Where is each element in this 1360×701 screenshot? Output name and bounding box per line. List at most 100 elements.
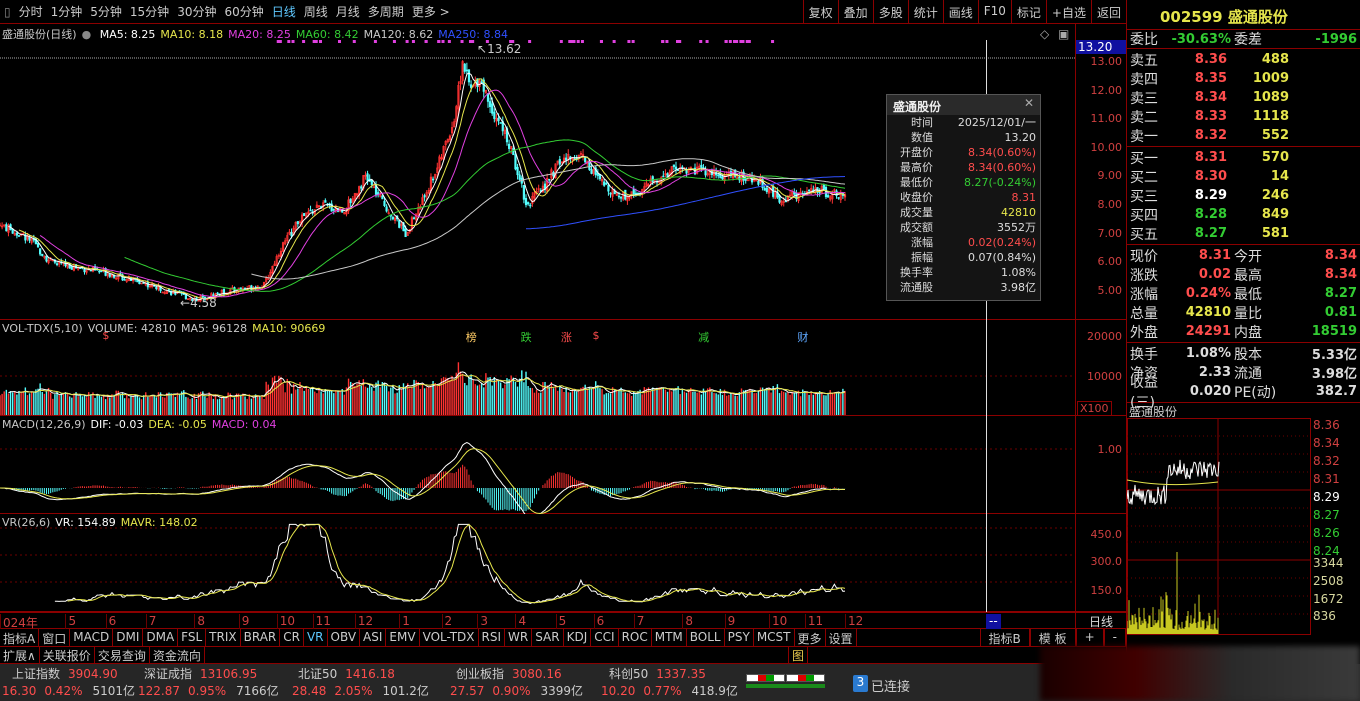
period-tab-8[interactable]: 月线 [332,3,364,20]
indicator-tab-1[interactable]: 窗口 [39,629,71,646]
index-quote[interactable]: 创业板指 3080.16 27.57 0.90% 3399亿 [450,666,583,700]
index-row: 深证成指 13106.95 [142,666,279,683]
toolbar-button-1[interactable]: 叠加 [837,0,873,24]
period-tab-2[interactable]: 5分钟 [86,3,126,20]
template-tab-1[interactable]: 模 板 [1029,629,1076,646]
diamond-icon[interactable]: ◇ [1040,27,1049,41]
period-tab-9[interactable]: 多周期 [364,3,408,20]
indicator-tab-25[interactable]: 设置 [826,629,857,646]
panel-toggle-icon[interactable]: ▣ [1058,27,1069,41]
candle [461,60,464,85]
toolbar-button-4[interactable]: 画线 [942,0,978,24]
indicator-tab-12[interactable]: EMV [386,629,420,646]
indicator-tab-3[interactable]: DMI [113,629,144,646]
indicator-tab-4[interactable]: DMA [143,629,179,646]
indicator-tab-15[interactable]: WR [505,629,533,646]
template-tab-2[interactable]: + [1075,629,1104,646]
volume-bar [662,387,665,415]
extension-tab-0[interactable]: 扩展∧ [0,647,40,663]
indicator-tab-23[interactable]: MCST [754,629,795,646]
indicator-tab-20[interactable]: MTM [652,629,687,646]
bid-price[interactable]: 8.27 [1167,226,1227,241]
indicator-tab-22[interactable]: PSY [725,629,754,646]
indicator-tab-21[interactable]: BOLL [687,629,725,646]
extension-tab-1[interactable]: 关联报价 [40,647,95,663]
period-tab-7[interactable]: 周线 [300,3,332,20]
index-quote[interactable]: 北证50 1416.18 28.48 2.05% 101.2亿 [292,666,429,700]
index-quote[interactable]: 上证指数 3904.90 16.30 0.42% 5101亿 [2,666,135,700]
bid-price[interactable]: 8.31 [1167,150,1227,165]
period-tab-1[interactable]: 1分钟 [47,3,87,20]
volume-bar [618,389,620,415]
toolbar-button-6[interactable]: 标记 [1010,0,1046,24]
ask-volume: 488 [1261,52,1289,67]
ask-price[interactable]: 8.36 [1167,52,1227,67]
toolbar-button-3[interactable]: 统计 [907,0,943,24]
axis-label: 300.0 [1090,555,1123,568]
bid-price[interactable]: 8.29 [1167,188,1227,203]
candle [499,122,502,124]
ask-price[interactable]: 8.33 [1167,109,1227,124]
volume-bar [497,380,500,415]
vr-panel[interactable]: VR(26,6) VR: 154.89 MAVR: 148.02 [0,514,1075,612]
macd-panel[interactable]: MACD(12,26,9) DIF: -0.03 DEA: -0.05 MACD: 0… [0,416,1075,514]
candle [387,208,390,215]
period-tab-3[interactable]: 15分钟 [126,3,173,20]
extension-tab-3[interactable]: 资金流向 [150,647,205,663]
toolbar-button-8[interactable]: 返回 [1090,0,1126,24]
period-tab-0[interactable]: 分时 [15,3,47,20]
close-icon[interactable]: ✕ [1024,96,1034,110]
signal-dot [612,40,616,43]
indicator-tab-8[interactable]: CR [280,629,304,646]
candle-body [383,200,386,206]
indicator-tab-19[interactable]: ROC [619,629,652,646]
indicator-tab-0[interactable]: 指标A [0,629,40,646]
indicator-tab-7[interactable]: BRAR [241,629,281,646]
ask-price[interactable]: 8.35 [1167,71,1227,86]
ask-price[interactable]: 8.34 [1167,90,1227,105]
indicator-tab-16[interactable]: SAR [532,629,564,646]
template-tab-3[interactable]: - [1103,629,1126,646]
indicator-tab-17[interactable]: KDJ [564,629,592,646]
indicator-tab-24[interactable]: 更多 [795,629,826,646]
bid-price[interactable]: 8.28 [1167,207,1227,222]
toolbar-button-2[interactable]: 多股 [872,0,908,24]
indicator-tab-9[interactable]: VR [304,629,328,646]
sidebar-toggle-icon[interactable]: ▯ [0,5,15,19]
volume-bar [77,396,79,415]
price-axis: 13.20 13.00 12.00 11.00 10.00 9.00 8.00 7.00 6.… [1075,24,1126,320]
extension-tab-2[interactable]: 交易查询 [95,647,150,663]
template-tab-0[interactable]: 指标B [979,629,1030,646]
indicator-tab-10[interactable]: OBV [328,629,361,646]
period-tab-5[interactable]: 60分钟 [220,3,267,20]
period-tab-10[interactable]: 更多 > [408,3,454,20]
connection-status[interactable]: 已连接 [871,676,910,695]
candle-body [607,185,610,192]
toolbar-button-0[interactable]: 复权 [802,0,838,24]
dropdown-icon[interactable]: ● [82,28,92,41]
volume-panel[interactable]: VOL-TDX(5,10) VOLUME: 42810 MA5: 96128 MA10… [0,320,1075,416]
indicator-tab-5[interactable]: FSL [178,629,207,646]
index-quote[interactable]: 深证成指 13106.95 122.87 0.95% 7166亿 [138,666,279,700]
period-tab-4[interactable]: 30分钟 [173,3,220,20]
extension-tab-cut[interactable]: 图 [787,647,808,663]
toolbar-button-5[interactable]: F10 [977,0,1011,24]
candle-body [493,111,496,119]
period-tab-6[interactable]: 日线 [268,3,300,20]
volume-bar [109,397,111,415]
intraday-chart[interactable]: 8.36 8.34 8.32 8.31 8.29 8.27 8.26 8.24 3344 2508… [1127,418,1360,636]
indicator-tab-13[interactable]: VOL-TDX [420,629,479,646]
toolbar-button-7[interactable]: +自选 [1045,0,1091,24]
indicator-tab-6[interactable]: TRIX [206,629,241,646]
ask-price[interactable]: 8.32 [1167,128,1227,143]
period-label[interactable]: 日线 [1075,612,1126,629]
index-quote[interactable]: 科创50 1337.35 10.20 0.77% 418.9亿 [601,666,738,700]
volume-bar [271,377,274,415]
volume-bar [578,390,580,415]
indicator-tab-2[interactable]: MACD [70,629,114,646]
indicator-tab-14[interactable]: RSI [479,629,506,646]
volume-bar [622,392,624,415]
indicator-tab-18[interactable]: CCI [591,629,619,646]
bid-price[interactable]: 8.30 [1167,169,1227,184]
indicator-tab-11[interactable]: ASI [360,629,387,646]
